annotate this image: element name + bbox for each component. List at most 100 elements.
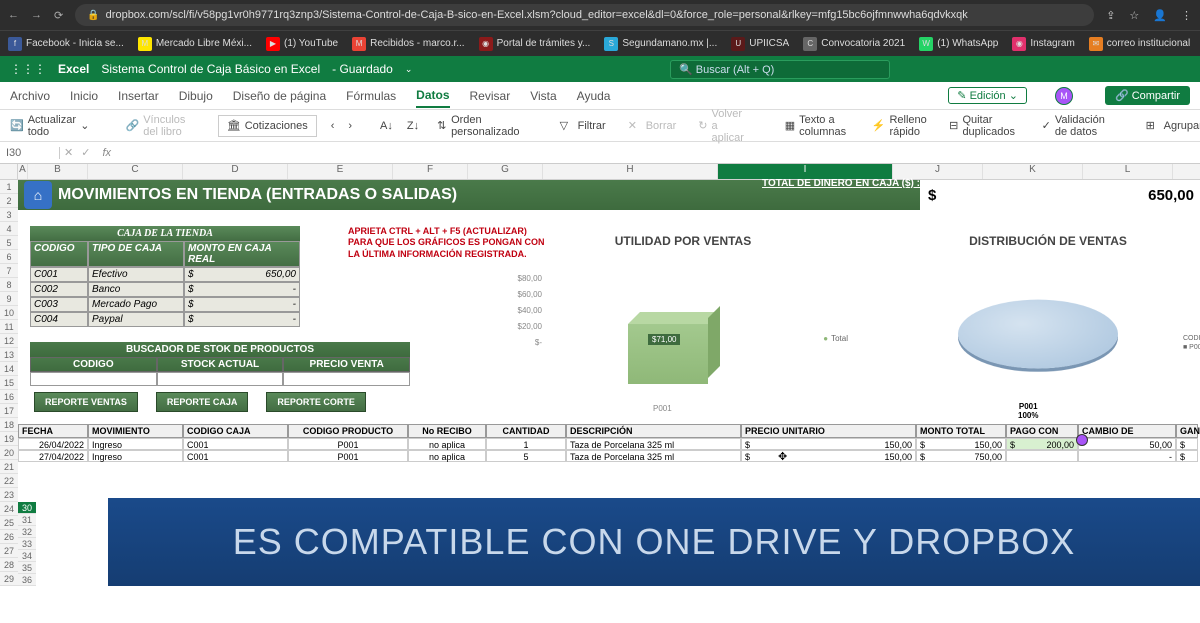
refresh-all-button[interactable]: 🔄Actualizar todo ⌄ xyxy=(6,112,94,140)
filter-button[interactable]: ▽Filtrar xyxy=(556,117,610,135)
bookmark-item[interactable]: fFacebook - Inicia se... xyxy=(8,37,124,51)
ribbon-tabs: Archivo Inicio Insertar Dibujo Diseño de… xyxy=(0,82,1200,110)
flash-fill-button[interactable]: ⚡Relleno rápido xyxy=(868,112,931,140)
pie-slice xyxy=(958,300,1118,369)
save-status: - Guardado xyxy=(332,62,393,76)
share-button[interactable]: 🔗 Compartir xyxy=(1105,86,1190,105)
clear-filter-button[interactable]: ✕Borrar xyxy=(624,117,681,135)
search-input[interactable]: 🔍 Buscar (Alt + Q) xyxy=(670,60,890,79)
bookmark-item[interactable]: CConvocatoria 2021 xyxy=(803,37,905,51)
sort-desc-icon[interactable]: Z↓ xyxy=(407,120,419,132)
bookmark-item[interactable]: SSegundamano.mx |... xyxy=(604,37,717,51)
cursor-icon: ✥ xyxy=(778,450,787,463)
bookmark-item[interactable]: ▶(1) YouTube xyxy=(266,37,338,51)
col-header[interactable]: C xyxy=(88,164,183,179)
col-header[interactable]: A xyxy=(18,164,28,179)
table-row[interactable]: C001Efectivo$650,00 xyxy=(30,267,300,282)
col-header[interactable]: E xyxy=(288,164,393,179)
distribution-chart[interactable]: DISTRIBUCIÓN DE VENTAS P001100% CODIGO P… xyxy=(898,234,1198,424)
table-row[interactable]: 26/04/2022IngresoC001P001no aplica1Taza … xyxy=(18,438,1200,450)
col-header[interactable]: H xyxy=(543,164,718,179)
table-row[interactable]: C003Mercado Pago$- xyxy=(30,297,300,312)
total-label: TOTAL DE DINERO EN CAJA ($) : xyxy=(762,178,920,189)
text-to-columns-button[interactable]: ▦Texto a columnas xyxy=(781,112,854,140)
bookmark-item[interactable]: W(1) WhatsApp xyxy=(919,37,998,51)
col-header[interactable]: J xyxy=(893,164,983,179)
collaborator-avatar[interactable] xyxy=(1076,434,1088,446)
col-header[interactable]: I xyxy=(718,164,893,179)
waffle-icon[interactable]: ⋮⋮⋮ xyxy=(10,62,46,76)
tab-insertar[interactable]: Insertar xyxy=(118,85,159,107)
workbook-links-button[interactable]: 🔗Vínculos del libro xyxy=(122,112,190,140)
bookmark-item[interactable]: ◉Portal de trámites y... xyxy=(479,37,591,51)
reapply-icon: ↻ xyxy=(698,119,707,133)
chevron-left-icon[interactable]: ‹ xyxy=(331,120,335,132)
url-input[interactable]: 🔒 dropbox.com/scl/fi/v58pg1vr0h9771rq3zn… xyxy=(75,4,1094,26)
mov-header: MOVIMIENTO xyxy=(88,424,183,438)
bar-label: $71,00 xyxy=(648,334,680,345)
profile-icon[interactable]: 👤 xyxy=(1153,9,1167,22)
share-icon[interactable]: ⇪ xyxy=(1106,9,1115,22)
chevron-down-icon[interactable]: ⌄ xyxy=(405,64,413,75)
custom-sort-button[interactable]: ⇅Orden personalizado xyxy=(433,112,527,140)
col-header[interactable]: L xyxy=(1083,164,1173,179)
data-validation-button[interactable]: ✓Validación de datos xyxy=(1038,112,1114,140)
home-icon[interactable]: ⌂ xyxy=(24,181,52,209)
mov-header: GAN xyxy=(1176,424,1198,438)
caja-title: CAJA DE LA TIENDA xyxy=(30,226,300,241)
table-row[interactable]: 27/04/2022IngresoC001P001no aplica5Taza … xyxy=(18,450,1200,462)
col-header[interactable]: G xyxy=(468,164,543,179)
sort-asc-icon[interactable]: A↓ xyxy=(380,120,393,132)
table-row[interactable]: C002Banco$- xyxy=(30,282,300,297)
star-icon[interactable]: ☆ xyxy=(1129,9,1139,22)
mov-header: DESCRIPCIÓN xyxy=(566,424,741,438)
table-row[interactable]: C004Paypal$- xyxy=(30,312,300,327)
tab-archivo[interactable]: Archivo xyxy=(10,85,50,107)
utility-chart[interactable]: UTILIDAD POR VENTAS $80,00$60,00$40,00$2… xyxy=(508,234,858,414)
stocks-button[interactable]: 🏛Cotizaciones xyxy=(218,115,317,137)
report-caja-button[interactable]: REPORTE CAJA xyxy=(156,392,249,412)
report-ventas-button[interactable]: REPORTE VENTAS xyxy=(34,392,138,412)
col-header[interactable]: B xyxy=(28,164,88,179)
col-header[interactable]: F xyxy=(393,164,468,179)
avatar[interactable]: M xyxy=(1055,87,1073,105)
tab-dibujo[interactable]: Dibujo xyxy=(179,85,213,107)
bookmark-item[interactable]: ◉Instagram xyxy=(1012,37,1074,51)
tab-ayuda[interactable]: Ayuda xyxy=(577,85,611,107)
tab-datos[interactable]: Datos xyxy=(416,84,449,108)
report-corte-button[interactable]: REPORTE CORTE xyxy=(266,392,366,412)
chart-legend: Total xyxy=(823,334,848,343)
edit-mode-badge[interactable]: ✎ Edición ⌄ xyxy=(948,87,1027,104)
title-band: ⌂ MOVIMIENTOS EN TIENDA (ENTRADAS O SALI… xyxy=(18,180,1200,210)
accept-icon[interactable]: ✓ xyxy=(81,146,90,159)
clear-icon: ✕ xyxy=(628,119,642,133)
bookmark-item[interactable]: UUPIICSA xyxy=(731,37,789,51)
tab-diseno[interactable]: Diseño de página xyxy=(233,85,326,107)
reapply-button[interactable]: ↻Volver a aplicar xyxy=(694,106,752,146)
x-tick: P001 xyxy=(653,404,672,413)
tab-formulas[interactable]: Fórmulas xyxy=(346,85,396,107)
file-name[interactable]: Sistema Control de Caja Básico en Excel xyxy=(101,62,320,76)
chart-title: UTILIDAD POR VENTAS xyxy=(508,234,858,248)
filter-icon: ▽ xyxy=(560,119,574,133)
fx-icon[interactable]: fx xyxy=(94,147,119,159)
bookmark-item[interactable]: MMercado Libre Méxi... xyxy=(138,37,252,51)
table-row[interactable] xyxy=(30,372,410,386)
tab-vista[interactable]: Vista xyxy=(530,85,556,107)
name-box[interactable]: I30 xyxy=(0,147,60,159)
menu-icon[interactable]: ⋮ xyxy=(1181,9,1192,22)
bookmark-item[interactable]: ✉correo institucional xyxy=(1089,37,1190,51)
tab-inicio[interactable]: Inicio xyxy=(70,85,98,107)
cancel-icon[interactable]: ✕ xyxy=(64,146,73,159)
group-button[interactable]: ⊞Agrupar xyxy=(1142,117,1200,135)
bookmark-item[interactable]: MRecibidos - marco.r... xyxy=(352,37,464,51)
col-header[interactable]: K xyxy=(983,164,1083,179)
chevron-right-icon[interactable]: › xyxy=(348,120,352,132)
tab-revisar[interactable]: Revisar xyxy=(470,85,511,107)
forward-icon[interactable]: → xyxy=(31,9,42,22)
col-header[interactable]: D xyxy=(183,164,288,179)
back-icon[interactable]: ← xyxy=(8,9,19,22)
remove-duplicates-button[interactable]: ⊟Quitar duplicados xyxy=(945,112,1024,140)
spreadsheet-cells[interactable]: ⌂ MOVIMIENTOS EN TIENDA (ENTRADAS O SALI… xyxy=(18,180,1200,586)
reload-icon[interactable]: ⟳ xyxy=(54,9,63,22)
